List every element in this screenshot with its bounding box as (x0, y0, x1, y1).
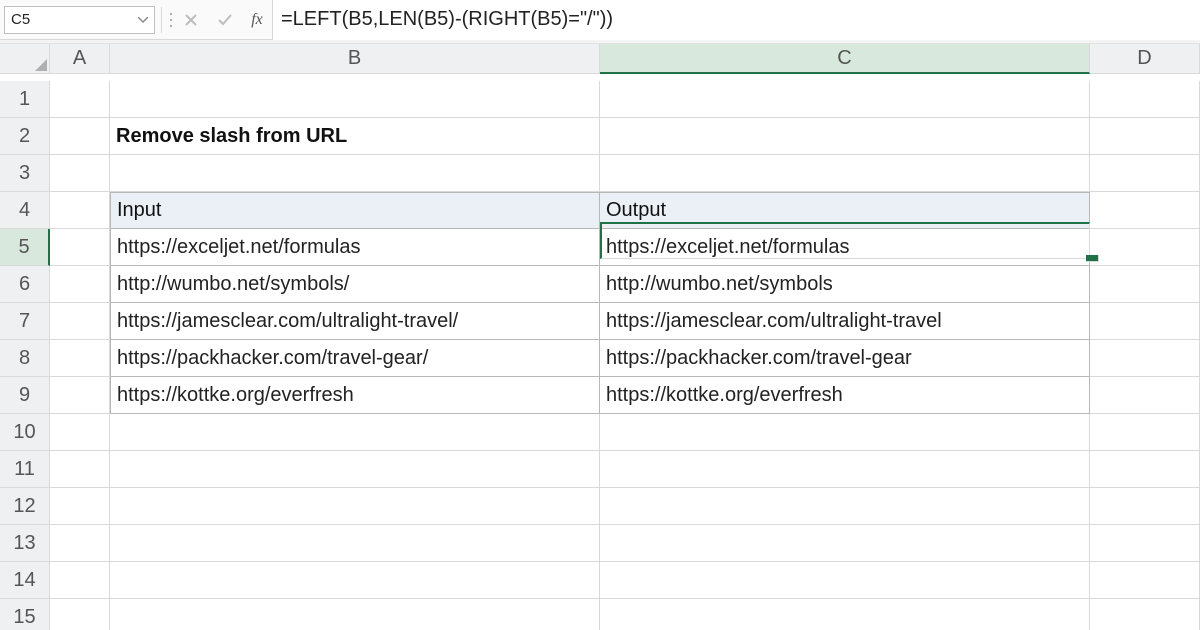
cell-a13[interactable] (50, 525, 110, 562)
cell-d2[interactable] (1090, 118, 1200, 155)
cell-b5[interactable]: https://exceljet.net/formulas (110, 229, 600, 266)
row-header-12[interactable]: 12 (0, 488, 50, 525)
cell-b6[interactable]: http://wumbo.net/symbols/ (110, 266, 600, 303)
cell-c1[interactable] (600, 81, 1090, 118)
row-header-4[interactable]: 4 (0, 192, 50, 229)
cell-b8[interactable]: https://packhacker.com/travel-gear/ (110, 340, 600, 377)
cell-c15[interactable] (600, 599, 1090, 630)
cell-b12[interactable] (110, 488, 600, 525)
divider (161, 7, 162, 33)
cell-c5[interactable]: https://exceljet.net/formulas (600, 229, 1090, 266)
cell-d4[interactable] (1090, 192, 1200, 229)
fx-button[interactable]: fx (242, 11, 272, 29)
cell-c12[interactable] (600, 488, 1090, 525)
cell-c3[interactable] (600, 155, 1090, 192)
cell-d8[interactable] (1090, 340, 1200, 377)
row-header-13[interactable]: 13 (0, 525, 50, 562)
cell-a9[interactable] (50, 377, 110, 414)
cell-d12[interactable] (1090, 488, 1200, 525)
cell-a10[interactable] (50, 414, 110, 451)
cell-a15[interactable] (50, 599, 110, 630)
cell-c10[interactable] (600, 414, 1090, 451)
cell-a3[interactable] (50, 155, 110, 192)
cell-c13[interactable] (600, 525, 1090, 562)
row-header-2[interactable]: 2 (0, 118, 50, 155)
row-header-15[interactable]: 15 (0, 599, 50, 630)
spreadsheet-grid[interactable]: A B C D 1 2 Remove slash from URL 3 4 In… (0, 44, 1200, 630)
row-header-6[interactable]: 6 (0, 266, 50, 303)
cell-d14[interactable] (1090, 562, 1200, 599)
enter-button[interactable] (208, 6, 242, 34)
name-box-value: C5 (11, 11, 30, 28)
cell-c9[interactable]: https://kottke.org/everfresh (600, 377, 1090, 414)
cell-d6[interactable] (1090, 266, 1200, 303)
cell-c2[interactable] (600, 118, 1090, 155)
cell-a8[interactable] (50, 340, 110, 377)
page-title[interactable]: Remove slash from URL (110, 118, 600, 155)
col-header-c[interactable]: C (600, 44, 1090, 74)
cell-b15[interactable] (110, 599, 600, 630)
cell-c14[interactable] (600, 562, 1090, 599)
cell-d7[interactable] (1090, 303, 1200, 340)
cell-c11[interactable] (600, 451, 1090, 488)
row-header-14[interactable]: 14 (0, 562, 50, 599)
cell-d1[interactable] (1090, 81, 1200, 118)
cell-c8[interactable]: https://packhacker.com/travel-gear (600, 340, 1090, 377)
cell-a12[interactable] (50, 488, 110, 525)
cell-a2[interactable] (50, 118, 110, 155)
cell-c6[interactable]: http://wumbo.net/symbols (600, 266, 1090, 303)
row-header-9[interactable]: 9 (0, 377, 50, 414)
cell-b14[interactable] (110, 562, 600, 599)
cell-b9[interactable]: https://kottke.org/everfresh (110, 377, 600, 414)
row-header-1[interactable]: 1 (0, 81, 50, 118)
cell-a11[interactable] (50, 451, 110, 488)
cell-a5[interactable] (50, 229, 110, 266)
chevron-down-icon[interactable] (138, 15, 148, 25)
cell-a1[interactable] (50, 81, 110, 118)
row-header-8[interactable]: 8 (0, 340, 50, 377)
name-box[interactable]: C5 (4, 6, 155, 34)
cell-d11[interactable] (1090, 451, 1200, 488)
col-header-d[interactable]: D (1090, 44, 1200, 74)
cell-d13[interactable] (1090, 525, 1200, 562)
formula-input[interactable]: =LEFT(B5,LEN(B5)-(RIGHT(B5)="/")) (272, 0, 1200, 40)
cell-a4[interactable] (50, 192, 110, 229)
cancel-button[interactable] (174, 6, 208, 34)
cell-d10[interactable] (1090, 414, 1200, 451)
table-header-input[interactable]: Input (110, 192, 600, 229)
cell-d3[interactable] (1090, 155, 1200, 192)
cell-c7[interactable]: https://jamesclear.com/ultralight-travel (600, 303, 1090, 340)
row-header-3[interactable]: 3 (0, 155, 50, 192)
row-header-10[interactable]: 10 (0, 414, 50, 451)
col-header-b[interactable]: B (110, 44, 600, 74)
cell-d15[interactable] (1090, 599, 1200, 630)
select-all-corner[interactable] (0, 44, 50, 74)
cell-a7[interactable] (50, 303, 110, 340)
cell-a6[interactable] (50, 266, 110, 303)
cell-d9[interactable] (1090, 377, 1200, 414)
row-header-5[interactable]: 5 (0, 229, 50, 266)
row-header-11[interactable]: 11 (0, 451, 50, 488)
table-header-output[interactable]: Output (600, 192, 1090, 229)
cell-b7[interactable]: https://jamesclear.com/ultralight-travel… (110, 303, 600, 340)
cell-b11[interactable] (110, 451, 600, 488)
cell-b13[interactable] (110, 525, 600, 562)
cell-b3[interactable] (110, 155, 600, 192)
formula-bar: C5 fx =LEFT(B5,LEN(B5)-(RIGHT(B5)="/")) (0, 0, 1200, 40)
row-header-7[interactable]: 7 (0, 303, 50, 340)
cell-b1[interactable] (110, 81, 600, 118)
cell-d5[interactable] (1090, 229, 1200, 266)
col-header-a[interactable]: A (50, 44, 110, 74)
cell-a14[interactable] (50, 562, 110, 599)
cell-b10[interactable] (110, 414, 600, 451)
